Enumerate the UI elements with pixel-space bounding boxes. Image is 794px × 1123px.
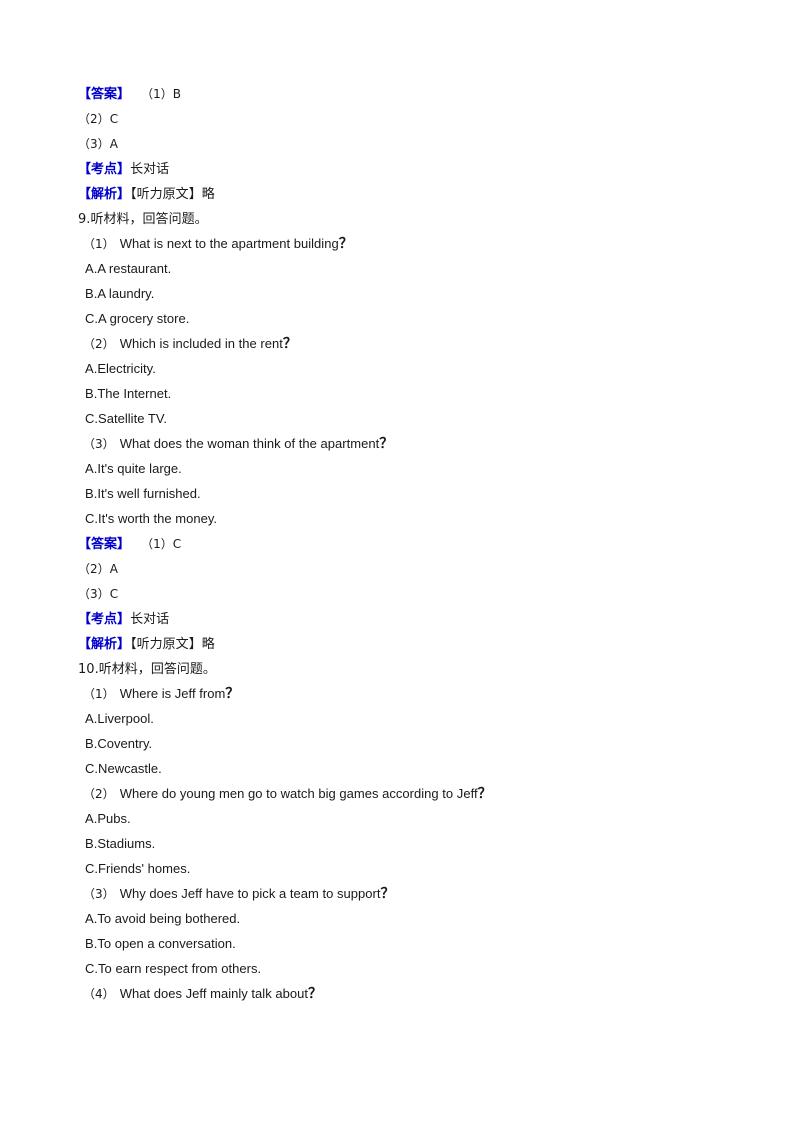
- question-mark: ？: [225, 686, 240, 702]
- question-mark: ？: [477, 786, 492, 802]
- sub-question-label: （3）: [83, 437, 115, 451]
- sub-question-text: What is next to the apartment building: [119, 236, 339, 251]
- option-text: B.To open a conversation.: [85, 936, 236, 951]
- option-row[interactable]: A.A restaurant.: [78, 256, 794, 281]
- answer-row: （3）A: [78, 131, 794, 156]
- option-row[interactable]: C.Friends' homes.: [78, 856, 794, 881]
- option-text: C.It's worth the money.: [85, 511, 218, 526]
- option-text: A.It's quite large.: [85, 461, 182, 476]
- option-text: C.Satellite TV.: [85, 411, 167, 426]
- option-text: C.A grocery store.: [85, 311, 190, 326]
- analysis-row: 【解析】【听力原文】略: [78, 181, 794, 206]
- analysis-value: 略: [201, 187, 215, 202]
- option-row[interactable]: A.Electricity.: [78, 356, 794, 381]
- option-row[interactable]: C.Newcastle.: [78, 756, 794, 781]
- sub-question-text: What does Jeff mainly talk about: [119, 986, 308, 1001]
- option-text: B.Stadiums.: [85, 836, 156, 851]
- sub-question-stem: （2） Which is included in the rent？: [78, 331, 794, 356]
- question-number: 10.: [78, 662, 99, 677]
- option-row[interactable]: B.A laundry.: [78, 281, 794, 306]
- answer-tag: 【答案】: [78, 537, 131, 552]
- sub-question-label: （2）: [83, 337, 115, 351]
- option-row[interactable]: A.Pubs.: [78, 806, 794, 831]
- knowledge-point-value: 长对话: [130, 162, 170, 177]
- answer-tag: 【答案】: [78, 87, 131, 102]
- question-prompt: 听材料，回答问题。: [98, 662, 216, 677]
- option-row[interactable]: C.To earn respect from others.: [78, 956, 794, 981]
- option-text: C.Friends' homes.: [85, 861, 191, 876]
- sub-question-text: Where do young men go to watch big games…: [119, 786, 478, 801]
- option-row[interactable]: B.To open a conversation.: [78, 931, 794, 956]
- option-text: A.Liverpool.: [85, 711, 154, 726]
- question-mark: ？: [307, 986, 323, 1002]
- option-text: B.Coventry.: [85, 736, 153, 751]
- answer-row: （3）C: [78, 581, 794, 606]
- option-row[interactable]: B.Stadiums.: [78, 831, 794, 856]
- option-text: C.To earn respect from others.: [85, 961, 262, 976]
- option-text: A.Electricity.: [85, 361, 156, 376]
- option-row[interactable]: B.The Internet.: [78, 381, 794, 406]
- option-text: A.A restaurant.: [85, 261, 172, 276]
- option-row[interactable]: C.It's worth the money.: [78, 506, 794, 531]
- option-text: C.Newcastle.: [85, 761, 162, 776]
- sub-question-text: What does the woman think of the apartme…: [119, 436, 380, 451]
- answer-row: （2）A: [78, 556, 794, 581]
- answer-value: （1）C: [141, 537, 182, 551]
- option-row[interactable]: C.A grocery store.: [78, 306, 794, 331]
- answer-row: （2）C: [78, 106, 794, 131]
- sub-question-text: Where is Jeff from: [119, 686, 226, 701]
- document-page: 【答案】 （1）B （2）C （3）A 【考点】长对话 【解析】【听力原文】略 9…: [0, 0, 794, 1123]
- listening-script-tag: 【听力原文】: [130, 637, 202, 652]
- knowledge-point-tag: 【考点】: [78, 162, 131, 177]
- sub-question-label: （1）: [83, 687, 115, 701]
- question-number: 9.: [78, 212, 91, 227]
- question-mark: ？: [282, 336, 297, 352]
- sub-question-label: （1）: [83, 237, 115, 251]
- option-row[interactable]: A.To avoid being bothered.: [78, 906, 794, 931]
- option-text: B.A laundry.: [85, 286, 155, 301]
- option-text: B.The Internet.: [85, 386, 172, 401]
- answer-value: （1）B: [141, 87, 182, 101]
- answer-value: （2）A: [78, 562, 118, 576]
- analysis-value: 略: [201, 637, 215, 652]
- question-heading: 10.听材料，回答问题。: [78, 656, 794, 681]
- option-text: A.Pubs.: [85, 811, 131, 826]
- sub-question-label: （2）: [83, 787, 115, 801]
- sub-question-text: Why does Jeff have to pick a team to sup…: [119, 886, 381, 901]
- option-row[interactable]: B.Coventry.: [78, 731, 794, 756]
- analysis-tag: 【解析】: [78, 187, 131, 202]
- question-mark: ？: [380, 886, 395, 902]
- option-text: B.It's well furnished.: [85, 486, 201, 501]
- sub-question-stem: （4） What does Jeff mainly talk about？: [78, 981, 794, 1006]
- option-text: A.To avoid being bothered.: [85, 911, 241, 926]
- question-heading: 9.听材料，回答问题。: [78, 206, 794, 231]
- sub-question-stem: （3） Why does Jeff have to pick a team to …: [78, 881, 794, 906]
- question-prompt: 听材料，回答问题。: [90, 212, 208, 227]
- sub-question-text: Which is included in the rent: [119, 336, 283, 351]
- option-row[interactable]: C.Satellite TV.: [78, 406, 794, 431]
- answer-value: （2）C: [78, 112, 119, 126]
- answer-value: （3）A: [78, 137, 118, 151]
- sub-question-stem: （2） Where do young men go to watch big ga…: [78, 781, 794, 806]
- sub-question-stem: （3） What does the woman think of the apar…: [78, 431, 794, 456]
- sub-question-stem: （1） Where is Jeff from？: [78, 681, 794, 706]
- question-mark: ？: [338, 236, 353, 252]
- sub-question-label: （4）: [83, 987, 115, 1001]
- answer-value: （3）C: [78, 587, 119, 601]
- knowledge-point-row: 【考点】长对话: [78, 606, 794, 631]
- answer-row: 【答案】 （1）C: [78, 531, 794, 556]
- question-mark: ？: [379, 436, 394, 452]
- option-row[interactable]: B.It's well furnished.: [78, 481, 794, 506]
- knowledge-point-row: 【考点】长对话: [78, 156, 794, 181]
- knowledge-point-tag: 【考点】: [78, 612, 131, 627]
- listening-script-tag: 【听力原文】: [130, 187, 202, 202]
- analysis-tag: 【解析】: [78, 637, 131, 652]
- knowledge-point-value: 长对话: [130, 612, 170, 627]
- answer-row: 【答案】 （1）B: [78, 81, 794, 106]
- analysis-row: 【解析】【听力原文】略: [78, 631, 794, 656]
- option-row[interactable]: A.Liverpool.: [78, 706, 794, 731]
- sub-question-stem: （1） What is next to the apartment buildin…: [78, 231, 794, 256]
- option-row[interactable]: A.It's quite large.: [78, 456, 794, 481]
- sub-question-label: （3）: [83, 887, 115, 901]
